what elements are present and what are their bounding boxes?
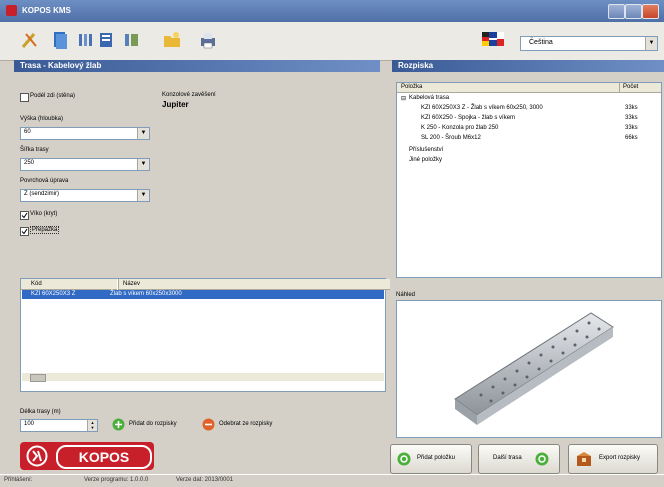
tree-node-count: 33ks bbox=[625, 115, 638, 121]
minimize-button[interactable] bbox=[608, 4, 625, 19]
left-section-header: Trasa - Kabelový žlab bbox=[14, 60, 380, 72]
grid-icon[interactable] bbox=[122, 30, 142, 50]
remove-from-list-button[interactable]: Odebrat ze rozpisky bbox=[202, 418, 292, 432]
chevron-down-icon[interactable]: ▼ bbox=[137, 159, 149, 170]
tree-node[interactable]: Jiné položky bbox=[409, 157, 442, 163]
surface-label: Povrchová úprava bbox=[20, 178, 69, 184]
next-route-label: Další trasa bbox=[493, 455, 522, 461]
right-section-header: Rozpiska bbox=[392, 60, 664, 72]
chevron-down-icon[interactable]: ▼ bbox=[645, 37, 657, 50]
tree-node-count: 33ks bbox=[625, 105, 638, 111]
language-flags-icon bbox=[482, 32, 504, 46]
list-icon[interactable] bbox=[96, 30, 116, 50]
column-header-code[interactable]: Kód bbox=[21, 279, 117, 290]
wall-option-label: Podél zdi (stěna) bbox=[30, 93, 76, 99]
next-route-button[interactable]: Další trasa bbox=[478, 444, 560, 474]
print-icon[interactable] bbox=[198, 30, 218, 50]
kopos-emblem-icon bbox=[26, 445, 48, 467]
tree-column-count[interactable]: Počet bbox=[619, 83, 638, 92]
tree-node[interactable]: SL 200 - Šroub M6x12 bbox=[421, 135, 481, 141]
tree-column-item[interactable]: Položka bbox=[401, 83, 422, 92]
product-preview bbox=[396, 300, 662, 438]
add-to-list-button[interactable]: Přidat do rozpisky bbox=[112, 418, 200, 432]
width-label: Šířka trasy bbox=[20, 147, 49, 153]
tree-node[interactable]: Příslušenství bbox=[409, 147, 443, 153]
height-select[interactable]: 60 ▼ bbox=[20, 127, 150, 140]
chevron-down-icon[interactable]: ▼ bbox=[137, 190, 149, 201]
columns-icon[interactable] bbox=[76, 30, 96, 50]
chevron-down-icon[interactable]: ▼ bbox=[137, 128, 149, 139]
refresh-icon bbox=[397, 452, 411, 466]
remove-from-list-label: Odebrat ze rozpisky bbox=[219, 421, 273, 427]
width-value: 250 bbox=[24, 160, 35, 166]
document-icon[interactable] bbox=[50, 30, 70, 50]
tree-header: Položka Počet bbox=[397, 83, 661, 93]
surface-select[interactable]: Z (sendzimir) ▼ bbox=[20, 189, 150, 202]
minus-circle-icon bbox=[202, 418, 215, 431]
length-input[interactable]: 100 ▲ ▼ bbox=[20, 419, 98, 432]
table-row[interactable]: KZI 60X250X3 Z Žlab s víkem 60x250x3000 bbox=[22, 290, 384, 299]
status-program-version: Verze programu: 1.0.0.0 bbox=[84, 477, 149, 483]
export-list-label: Export rozpisky bbox=[599, 455, 641, 461]
kopos-logo-text: KOPOS bbox=[56, 445, 152, 469]
column-header-name[interactable]: Název bbox=[118, 279, 390, 290]
surface-value: Z (sendzimir) bbox=[24, 191, 60, 197]
cable-tray-image bbox=[454, 312, 614, 425]
kopos-logo: KOPOS bbox=[20, 442, 154, 470]
language-value: Čeština bbox=[529, 39, 553, 46]
height-value: 60 bbox=[24, 129, 31, 135]
app-icon bbox=[6, 5, 17, 16]
row-code: KZI 60X250X3 Z bbox=[31, 291, 76, 297]
maximize-button[interactable] bbox=[625, 4, 642, 19]
check-icon bbox=[21, 212, 28, 219]
next-icon bbox=[535, 452, 549, 466]
lid-label: Víko (kryt) bbox=[30, 211, 58, 217]
export-list-button[interactable]: Export rozpisky bbox=[568, 444, 658, 474]
width-select[interactable]: 250 ▼ bbox=[20, 158, 150, 171]
tree-node[interactable]: KZI 60X250 - Spojka - žlab s víkem bbox=[421, 115, 515, 121]
add-item-label: Přidat položku bbox=[417, 455, 456, 461]
language-select[interactable]: Čeština ▼ bbox=[520, 36, 658, 51]
scrollbar-thumb[interactable] bbox=[30, 374, 46, 382]
tree-node[interactable]: Kabelová trasa bbox=[409, 95, 449, 101]
add-to-list-label: Přidat do rozpisky bbox=[129, 421, 177, 427]
plus-circle-icon bbox=[112, 418, 125, 431]
check-icon bbox=[21, 228, 28, 235]
export-box-icon bbox=[577, 452, 591, 466]
spinner-icon[interactable]: ▲ ▼ bbox=[87, 420, 97, 431]
divider-label: Přepážka bbox=[30, 226, 60, 234]
window-title: KOPOS KMS bbox=[22, 6, 71, 15]
height-label: Výška (hloubka) bbox=[20, 116, 64, 122]
support-value: Jupiter bbox=[162, 100, 189, 109]
status-data-version: Verze dat: 2013/0001 bbox=[176, 477, 234, 483]
wall-option-checkbox[interactable] bbox=[20, 93, 29, 102]
lid-checkbox[interactable] bbox=[20, 211, 29, 220]
preview-label: Náhled bbox=[396, 292, 416, 298]
parts-list[interactable]: Kód Název KZI 60X250X3 Z Žlab s víkem 60… bbox=[20, 278, 390, 392]
bill-of-materials-tree[interactable]: Položka Počet ⊟ Kabelová trasa KZI 60X25… bbox=[396, 82, 662, 278]
tree-node-count: 33ks bbox=[625, 125, 638, 131]
close-button[interactable] bbox=[642, 4, 659, 19]
title-bar: KOPOS KMS bbox=[0, 0, 664, 22]
status-bar: Přihlášení: Verze programu: 1.0.0.0 Verz… bbox=[0, 474, 664, 487]
folder-icon[interactable] bbox=[162, 30, 182, 50]
tree-node-count: 66ks bbox=[625, 135, 638, 141]
row-name: Žlab s víkem 60x250x3000 bbox=[110, 291, 182, 297]
add-item-button[interactable]: Přidat položku bbox=[390, 444, 472, 474]
tree-node[interactable]: K 250 - Konzola pro žlab 250 bbox=[421, 125, 498, 131]
divider-checkbox[interactable] bbox=[20, 227, 29, 236]
tree-node[interactable]: KZI 60X250X3 Z - Žlab s víkem 60x250, 30… bbox=[421, 105, 543, 111]
status-login: Přihlášení: bbox=[4, 477, 33, 483]
tools-icon[interactable] bbox=[20, 30, 40, 50]
length-value: 100 bbox=[24, 421, 35, 427]
tree-expander-icon[interactable]: ⊟ bbox=[401, 95, 406, 102]
length-label: Délka trasy (m) bbox=[20, 409, 61, 415]
horizontal-scrollbar[interactable] bbox=[22, 373, 384, 382]
support-label: Konzolové zavěšení bbox=[162, 92, 216, 98]
